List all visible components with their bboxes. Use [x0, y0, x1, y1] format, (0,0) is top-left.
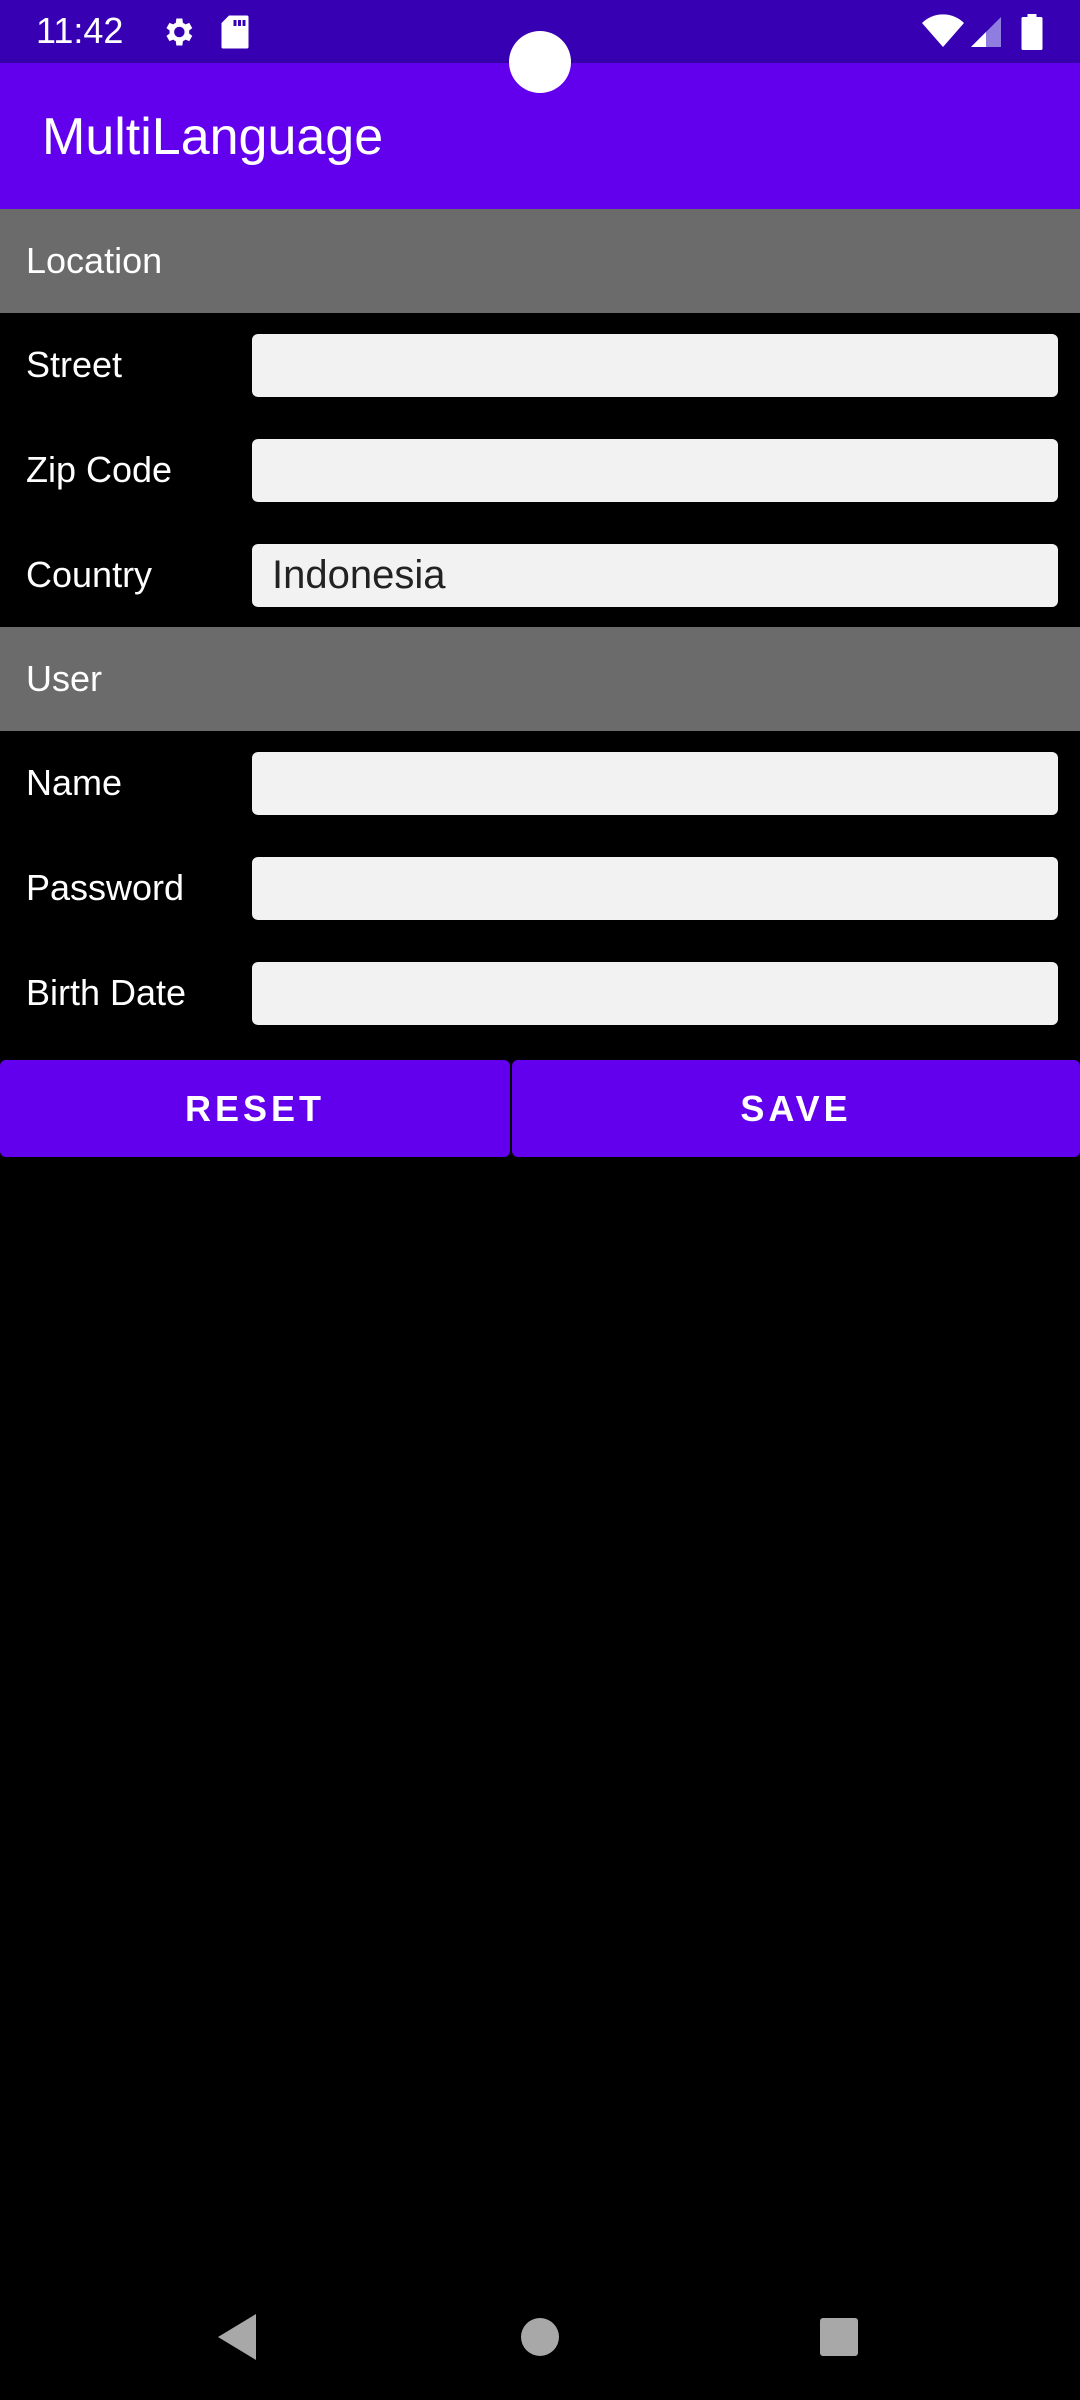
- street-label: Street: [26, 344, 123, 385]
- country-label: Country: [26, 554, 153, 595]
- home-icon[interactable]: [519, 2312, 561, 2367]
- status-time: 11:42: [36, 10, 124, 51]
- birth-date-input[interactable]: [252, 962, 1058, 1025]
- signal-icon: [968, 14, 1004, 55]
- gear-icon: [160, 14, 196, 55]
- reset-button[interactable]: RESET: [0, 1060, 510, 1157]
- name-label: Name: [26, 762, 123, 803]
- back-icon[interactable]: [216, 2312, 260, 2367]
- sd-card-icon: [220, 14, 250, 55]
- country-input[interactable]: [252, 544, 1058, 607]
- street-row: Street: [0, 313, 1080, 417]
- street-input[interactable]: [252, 334, 1058, 397]
- camera-cutout: [509, 31, 571, 93]
- password-row: Password: [0, 836, 1080, 940]
- birth-date-label: Birth Date: [26, 972, 187, 1013]
- zip-code-row: Zip Code: [0, 418, 1080, 522]
- battery-icon: [1020, 14, 1044, 55]
- section-header-location: Location: [0, 209, 1080, 313]
- password-label: Password: [26, 867, 185, 908]
- navigation-bar: [0, 2280, 1080, 2400]
- name-row: Name: [0, 731, 1080, 835]
- zip-code-label: Zip Code: [26, 449, 173, 490]
- country-row: Country: [0, 523, 1080, 627]
- birth-date-row: Birth Date: [0, 941, 1080, 1045]
- password-input[interactable]: [252, 857, 1058, 920]
- wifi-icon: [922, 14, 964, 55]
- recents-icon[interactable]: [818, 2312, 860, 2367]
- zip-code-input[interactable]: [252, 439, 1058, 502]
- save-button[interactable]: SAVE: [512, 1060, 1080, 1157]
- section-header-user: User: [0, 627, 1080, 731]
- name-input[interactable]: [252, 752, 1058, 815]
- app-title: MultiLanguage: [42, 108, 384, 166]
